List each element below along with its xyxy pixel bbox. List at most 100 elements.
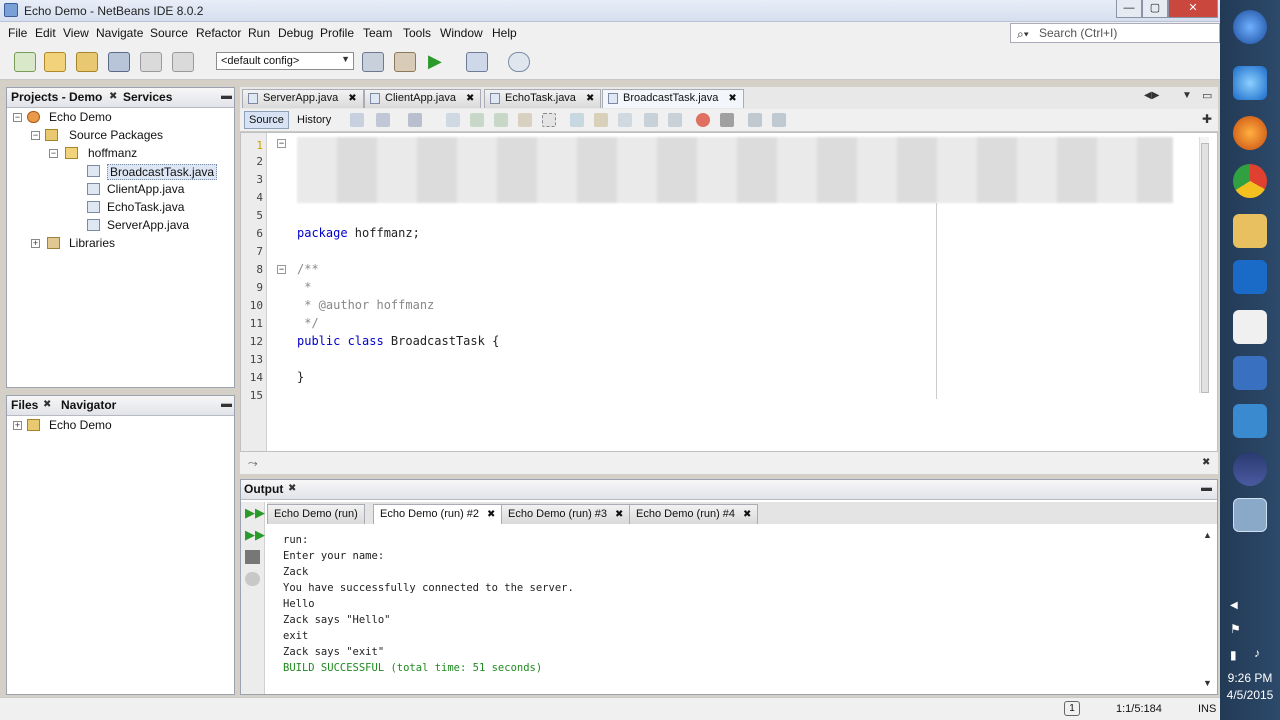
close-icon[interactable]: ✖	[288, 483, 296, 494]
remote-connection-icon[interactable]	[1233, 404, 1267, 438]
open-project-icon[interactable]	[76, 52, 98, 72]
close-icon[interactable]: ✖	[743, 509, 751, 520]
find-next-icon[interactable]	[494, 113, 508, 127]
close-icon[interactable]: ✖	[1202, 457, 1210, 468]
undo-icon[interactable]	[140, 52, 162, 72]
find-icon[interactable]	[446, 113, 460, 127]
split-icon[interactable]: ✚	[1202, 112, 1212, 126]
rerun-with-args-icon[interactable]: ▶▶	[245, 528, 265, 542]
debug-icon[interactable]	[466, 52, 488, 72]
menu-window[interactable]: Window	[440, 26, 483, 40]
menu-help[interactable]: Help	[492, 26, 517, 40]
forward-icon[interactable]	[408, 113, 422, 127]
menu-tools[interactable]: Tools	[403, 26, 431, 40]
collapse-icon[interactable]: −	[31, 131, 40, 140]
tab-serverapp[interactable]: ServerApp.java ✖	[242, 89, 364, 108]
network-tool-icon[interactable]	[1233, 356, 1267, 390]
profile-icon[interactable]	[508, 52, 530, 72]
shift-left-icon[interactable]	[644, 113, 658, 127]
menu-file[interactable]: File	[8, 26, 27, 40]
code-editor[interactable]: 1 2 3 4 5 6 7 8 9 10 11 12 13 14 15 − − …	[240, 132, 1218, 452]
tab-output[interactable]: Output	[244, 482, 283, 496]
system-clock[interactable]: 9:26 PM 4/5/2015	[1224, 670, 1276, 704]
file-explorer-icon[interactable]	[1233, 214, 1267, 248]
notifications-badge[interactable]: 1	[1064, 701, 1080, 716]
source-mode-button[interactable]: Source	[244, 111, 289, 129]
editor-scrollbar[interactable]	[1199, 137, 1209, 393]
close-icon[interactable]: ✖	[348, 93, 356, 104]
redo-icon[interactable]	[172, 52, 194, 72]
menu-navigate[interactable]: Navigate	[96, 26, 143, 40]
close-icon[interactable]: ✖	[466, 93, 474, 104]
new-project-icon[interactable]	[44, 52, 66, 72]
build-hammer-icon[interactable]	[362, 52, 384, 72]
netbeans-taskbar-icon[interactable]	[1233, 498, 1267, 532]
tree-libraries[interactable]: Libraries	[69, 236, 115, 250]
tab-files[interactable]: Files	[11, 398, 38, 412]
toggle-bookmark-icon[interactable]	[618, 113, 632, 127]
config-select[interactable]: <default config> ▼	[216, 52, 354, 70]
start-button-icon[interactable]	[1233, 10, 1267, 44]
start-macro-icon[interactable]	[696, 113, 710, 127]
tab-echotask[interactable]: EchoTask.java ✖	[484, 89, 602, 108]
show-opened-documents-icon[interactable]: ▼	[1182, 90, 1192, 101]
find-previous-icon[interactable]	[470, 113, 484, 127]
menu-edit[interactable]: Edit	[35, 26, 56, 40]
output-console[interactable]: run: Enter your name: Zack You have success…	[283, 532, 574, 676]
maximize-editor-icon[interactable]: ▭	[1202, 89, 1212, 102]
minimize-panel-icon[interactable]: ▬	[221, 398, 232, 410]
tree-file-broadcasttask[interactable]: BroadcastTask.java	[107, 164, 218, 180]
network-icon[interactable]: ▮	[1230, 648, 1237, 662]
output-tab-run-3[interactable]: Echo Demo (run) #3 ✖	[501, 504, 631, 524]
menu-source[interactable]: Source	[150, 26, 188, 40]
close-icon[interactable]: ✖	[487, 509, 495, 520]
hint-icon[interactable]: ⤳	[248, 456, 258, 471]
tree-files-project[interactable]: Echo Demo	[49, 418, 112, 432]
uncomment-icon[interactable]	[772, 113, 786, 127]
close-icon[interactable]: ✖	[109, 91, 117, 102]
rectangular-selection-icon[interactable]	[542, 113, 556, 127]
tab-projects[interactable]: Projects - Demo	[11, 90, 102, 104]
comment-icon[interactable]	[748, 113, 762, 127]
history-mode-button[interactable]: History	[292, 111, 336, 129]
stop-macro-icon[interactable]	[720, 113, 734, 127]
close-icon[interactable]: ✖	[586, 93, 594, 104]
run-icon[interactable]: ▶	[428, 52, 450, 72]
chrome-icon[interactable]	[1233, 164, 1267, 198]
menu-view[interactable]: View	[63, 26, 89, 40]
menu-debug[interactable]: Debug	[278, 26, 313, 40]
close-icon[interactable]: ✖	[615, 509, 623, 520]
tree-file-clientapp[interactable]: ClientApp.java	[107, 182, 184, 196]
previous-bookmark-icon[interactable]	[570, 113, 584, 127]
last-edit-icon[interactable]	[350, 113, 364, 127]
minimize-panel-icon[interactable]: ▬	[221, 90, 232, 102]
close-button[interactable]: ✕	[1168, 0, 1218, 18]
scroll-down-icon[interactable]: ▼	[1203, 678, 1212, 688]
collapse-icon[interactable]: −	[13, 113, 22, 122]
close-icon[interactable]: ✖	[43, 399, 51, 410]
menu-team[interactable]: Team	[363, 26, 392, 40]
new-file-icon[interactable]	[14, 52, 36, 72]
show-hidden-icons-icon[interactable]: ◀	[1230, 600, 1238, 611]
tab-broadcasttask[interactable]: BroadcastTask.java ✖	[602, 89, 744, 108]
internet-explorer-icon[interactable]	[1233, 66, 1267, 100]
minimize-panel-icon[interactable]: ▬	[1201, 482, 1212, 494]
search-input[interactable]: ⌕▾ Search (Ctrl+I)	[1010, 23, 1220, 43]
tree-file-serverapp[interactable]: ServerApp.java	[107, 218, 189, 232]
outlook-icon[interactable]	[1233, 260, 1267, 294]
back-icon[interactable]	[376, 113, 390, 127]
tree-project[interactable]: Echo Demo	[49, 110, 112, 124]
fold-icon[interactable]: −	[277, 265, 286, 274]
tree-source-packages[interactable]: Source Packages	[69, 128, 163, 142]
action-center-icon[interactable]: ⚑	[1230, 622, 1241, 636]
clean-build-icon[interactable]	[394, 52, 416, 72]
eclipse-icon[interactable]	[1233, 452, 1267, 486]
volume-icon[interactable]: ♪	[1254, 646, 1260, 660]
tree-package[interactable]: hoffmanz	[88, 146, 137, 160]
menu-run[interactable]: Run	[248, 26, 270, 40]
minimize-button[interactable]: —	[1116, 0, 1142, 18]
tab-services[interactable]: Services	[123, 90, 172, 104]
maximize-button[interactable]: ▢	[1142, 0, 1168, 18]
settings-icon[interactable]	[245, 572, 260, 586]
close-icon[interactable]: ✖	[728, 93, 736, 104]
